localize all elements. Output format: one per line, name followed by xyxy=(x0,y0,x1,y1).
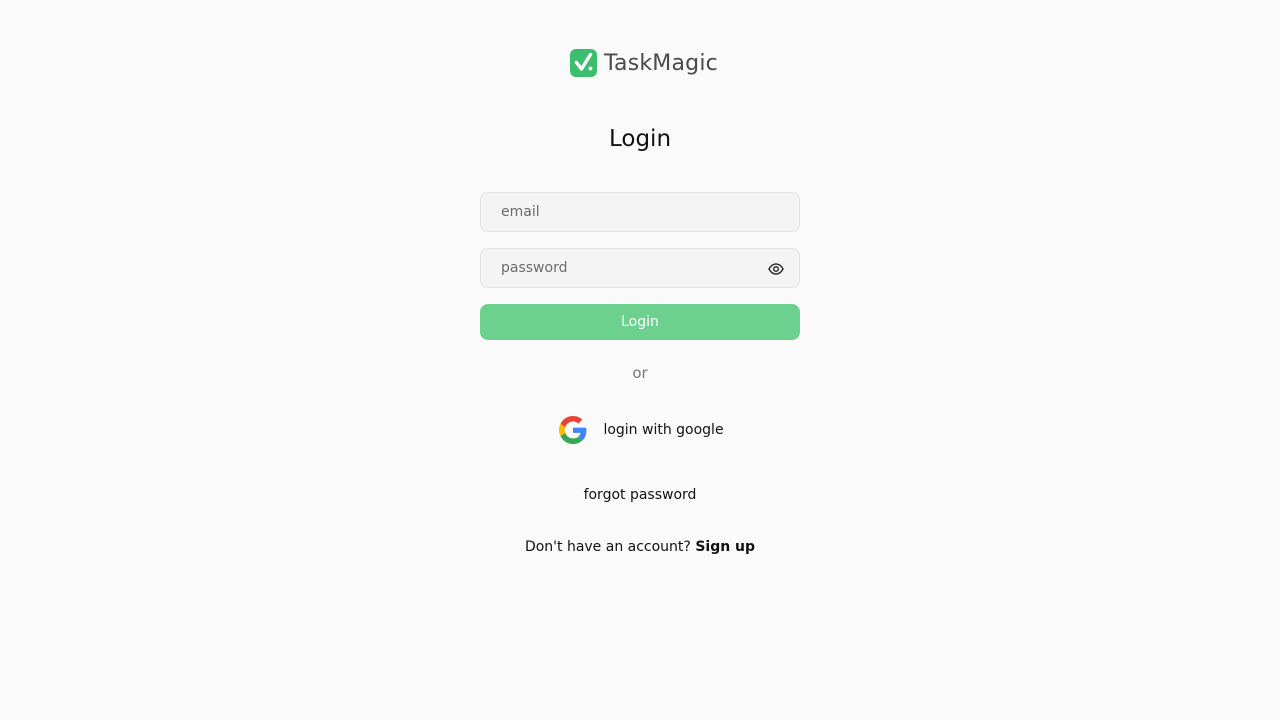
brand-header: TaskMagic xyxy=(0,49,1280,77)
login-page: TaskMagic Login Login or l xyxy=(0,0,1280,720)
password-field xyxy=(480,248,800,288)
google-login-label: login with google xyxy=(603,422,724,438)
login-button[interactable]: Login xyxy=(480,304,800,340)
google-login-button[interactable]: login with google xyxy=(0,416,1280,444)
page-title: Login xyxy=(608,126,672,152)
eye-icon[interactable] xyxy=(767,260,785,278)
signup-row: Don't have an account? Sign up xyxy=(0,539,1280,555)
google-login-content: login with google xyxy=(559,416,724,444)
or-divider: or xyxy=(632,364,648,382)
brand-logo: TaskMagic xyxy=(570,49,718,77)
email-input[interactable] xyxy=(481,193,799,231)
signup-prompt: Don't have an account? xyxy=(524,539,696,555)
brand-name: TaskMagic xyxy=(604,50,718,76)
signup-link[interactable]: Sign up xyxy=(695,539,755,555)
password-input[interactable] xyxy=(481,249,799,287)
check-badge-icon xyxy=(570,49,598,77)
email-field xyxy=(480,192,800,232)
forgot-password-link[interactable]: forgot password xyxy=(0,487,1280,503)
google-icon xyxy=(559,416,587,444)
